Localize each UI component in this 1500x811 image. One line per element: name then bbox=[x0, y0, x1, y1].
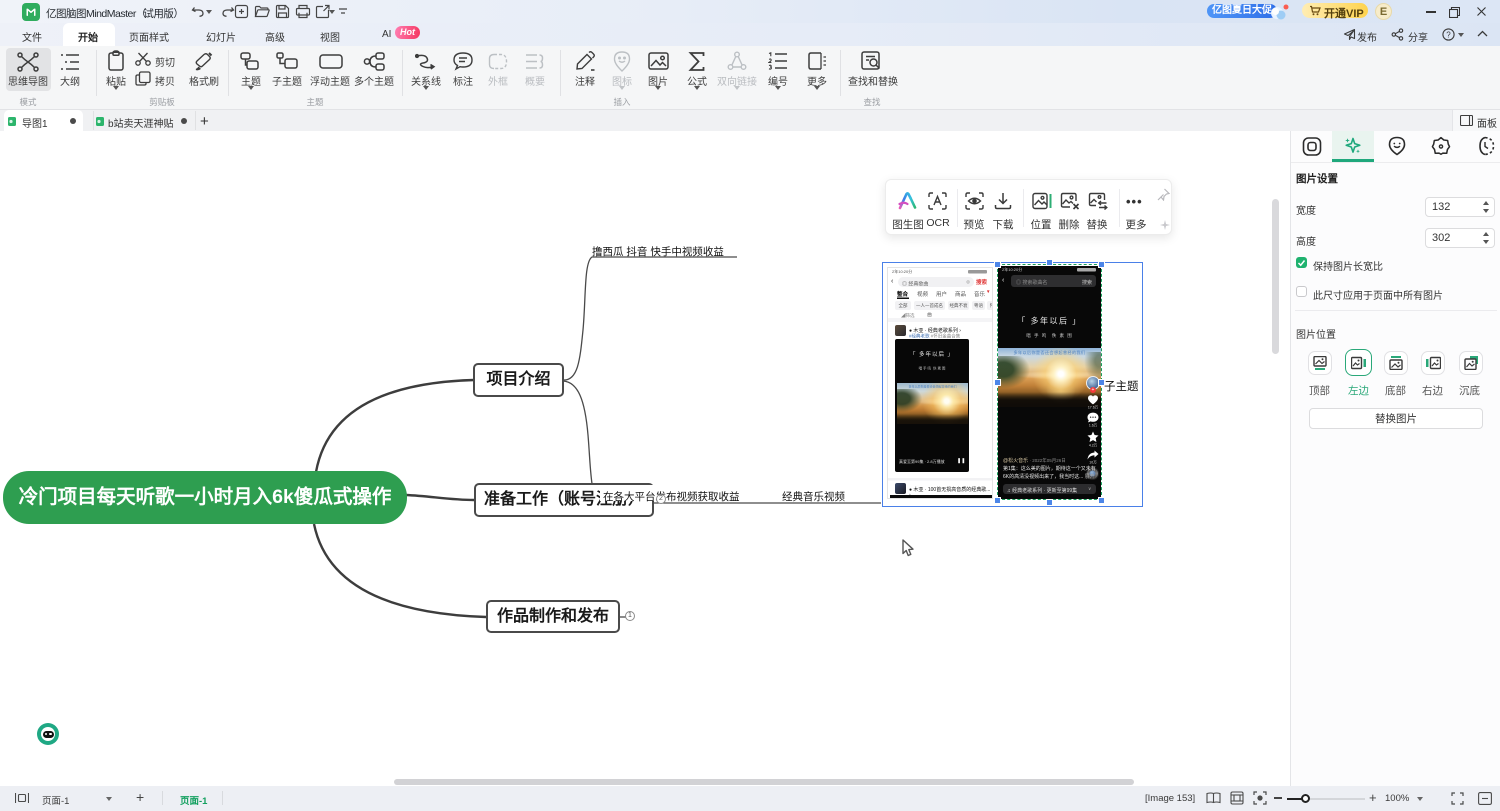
svg-text:?: ? bbox=[1446, 30, 1451, 39]
